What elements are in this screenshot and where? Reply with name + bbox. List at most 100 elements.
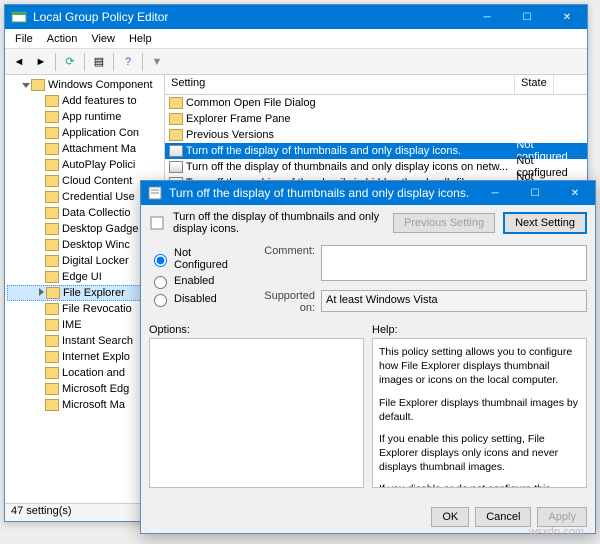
tree-item-label: Application Con [62,127,139,139]
tree-item[interactable]: App runtime [7,109,162,125]
list-row[interactable]: Explorer Frame Pane [165,111,587,127]
dialog-body: Not Configured Enabled Disabled Comment:… [141,241,595,324]
tree-item[interactable]: Data Collectio [7,205,162,221]
radio-not-configured[interactable]: Not Configured [149,247,239,271]
tree-item-label: App runtime [62,111,121,123]
help-button[interactable]: ? [118,52,138,72]
tree-item-label: Edge UI [62,271,102,283]
app-icon [11,9,27,25]
dialog-close-button[interactable]: ✕ [555,181,595,205]
folder-icon [45,303,59,315]
titlebar[interactable]: Local Group Policy Editor ─ ☐ ✕ [5,5,587,29]
folder-icon [45,127,59,139]
tree-item-label: AutoPlay Polici [62,159,135,171]
folder-icon [45,111,59,123]
tree-item-label: Location and [62,367,125,379]
dialog-maximize-button[interactable]: ☐ [515,181,555,205]
setting-icon [149,215,165,231]
folder-icon [45,255,59,267]
comment-label: Comment: [247,245,321,284]
dialog-titlebar[interactable]: Turn off the display of thumbnails and o… [141,181,595,205]
folder-icon [45,175,59,187]
dialog-heading: Turn off the display of thumbnails and o… [173,211,385,235]
close-button[interactable]: ✕ [547,5,587,29]
col-state[interactable]: State [515,75,554,94]
properties-button[interactable]: ▤ [89,52,109,72]
options-box [149,338,364,488]
folder-icon [45,143,59,155]
tree-item[interactable]: Instant Search [7,333,162,349]
folder-icon [45,191,59,203]
filter-button[interactable]: ▼ [147,52,167,72]
tree-item[interactable]: Attachment Ma [7,141,162,157]
tree-item[interactable]: Edge UI [7,269,162,285]
folder-icon [169,97,183,109]
tree-item[interactable]: Internet Explo [7,349,162,365]
menu-action[interactable]: Action [41,31,84,47]
folder-icon [45,319,59,331]
tree-item[interactable]: AutoPlay Polici [7,157,162,173]
maximize-button[interactable]: ☐ [507,5,547,29]
back-button[interactable]: ◄ [9,52,29,72]
options-label: Options: [149,324,364,336]
tree-item[interactable]: Cloud Content [7,173,162,189]
col-setting[interactable]: Setting [165,75,515,94]
next-setting-button[interactable]: Next Setting [503,212,587,234]
tree-item[interactable]: Application Con [7,125,162,141]
cancel-button[interactable]: Cancel [475,507,531,527]
tree-item-label: Add features to [62,95,137,107]
folder-icon [45,335,59,347]
radio-group: Not Configured Enabled Disabled [149,245,239,320]
supported-label: Supported on: [247,290,321,314]
menu-help[interactable]: Help [123,31,158,47]
tree-item-label: Instant Search [62,335,133,347]
tree-item[interactable]: Location and [7,365,162,381]
tree-item-label: Credential Use [62,191,135,203]
tree-item[interactable]: IME [7,317,162,333]
tree-item-label: Microsoft Ma [62,399,125,411]
tree-item[interactable]: Credential Use [7,189,162,205]
folder-icon [45,271,59,283]
forward-button[interactable]: ► [31,52,51,72]
apply-button[interactable]: Apply [537,507,587,527]
folder-icon [169,113,183,125]
menu-file[interactable]: File [9,31,39,47]
row-name: Turn off the display of thumbnails and o… [186,145,517,157]
setting-icon [147,185,163,201]
folder-icon [45,239,59,251]
help-box[interactable]: This policy setting allows you to config… [372,338,587,488]
tree-item[interactable]: Desktop Winc [7,237,162,253]
tree-item[interactable]: Microsoft Edg [7,381,162,397]
folder-icon [45,223,59,235]
tree-item-label: Microsoft Edg [62,383,129,395]
tree-item[interactable]: Desktop Gadge [7,221,162,237]
folder-icon [45,159,59,171]
list-row[interactable]: Common Open File Dialog [165,95,587,111]
tree-item[interactable]: Microsoft Ma [7,397,162,413]
watermark: wsxdn.com [529,526,584,538]
tree-root[interactable]: Windows Component [7,77,162,93]
dialog-title: Turn off the display of thumbnails and o… [169,186,475,200]
tree-item-label: Data Collectio [62,207,130,219]
tree-item[interactable]: Add features to [7,93,162,109]
tree-item-label: Attachment Ma [62,143,136,155]
dialog-minimize-button[interactable]: ─ [475,181,515,205]
dialog-buttons: OK Cancel Apply [431,507,587,527]
list-header: Setting State [165,75,587,95]
radio-disabled[interactable]: Disabled [149,291,239,307]
minimize-button[interactable]: ─ [467,5,507,29]
radio-enabled[interactable]: Enabled [149,273,239,289]
menu-view[interactable]: View [85,31,121,47]
tree-item-label: Desktop Winc [62,239,130,251]
dialog-panels: Options: Help: This policy setting allow… [141,324,595,488]
help-para: If you disable or do not configure this … [379,482,580,488]
folder-icon [45,351,59,363]
comment-textarea[interactable] [321,245,587,281]
ok-button[interactable]: OK [431,507,469,527]
refresh-button[interactable]: ⟳ [60,52,80,72]
tree-item[interactable]: Digital Locker [7,253,162,269]
setting-dialog: Turn off the display of thumbnails and o… [140,180,596,534]
tree-item[interactable]: File Revocatio [7,301,162,317]
tree-item-label: File Explorer [63,287,125,299]
tree-item[interactable]: File Explorer [7,285,162,301]
